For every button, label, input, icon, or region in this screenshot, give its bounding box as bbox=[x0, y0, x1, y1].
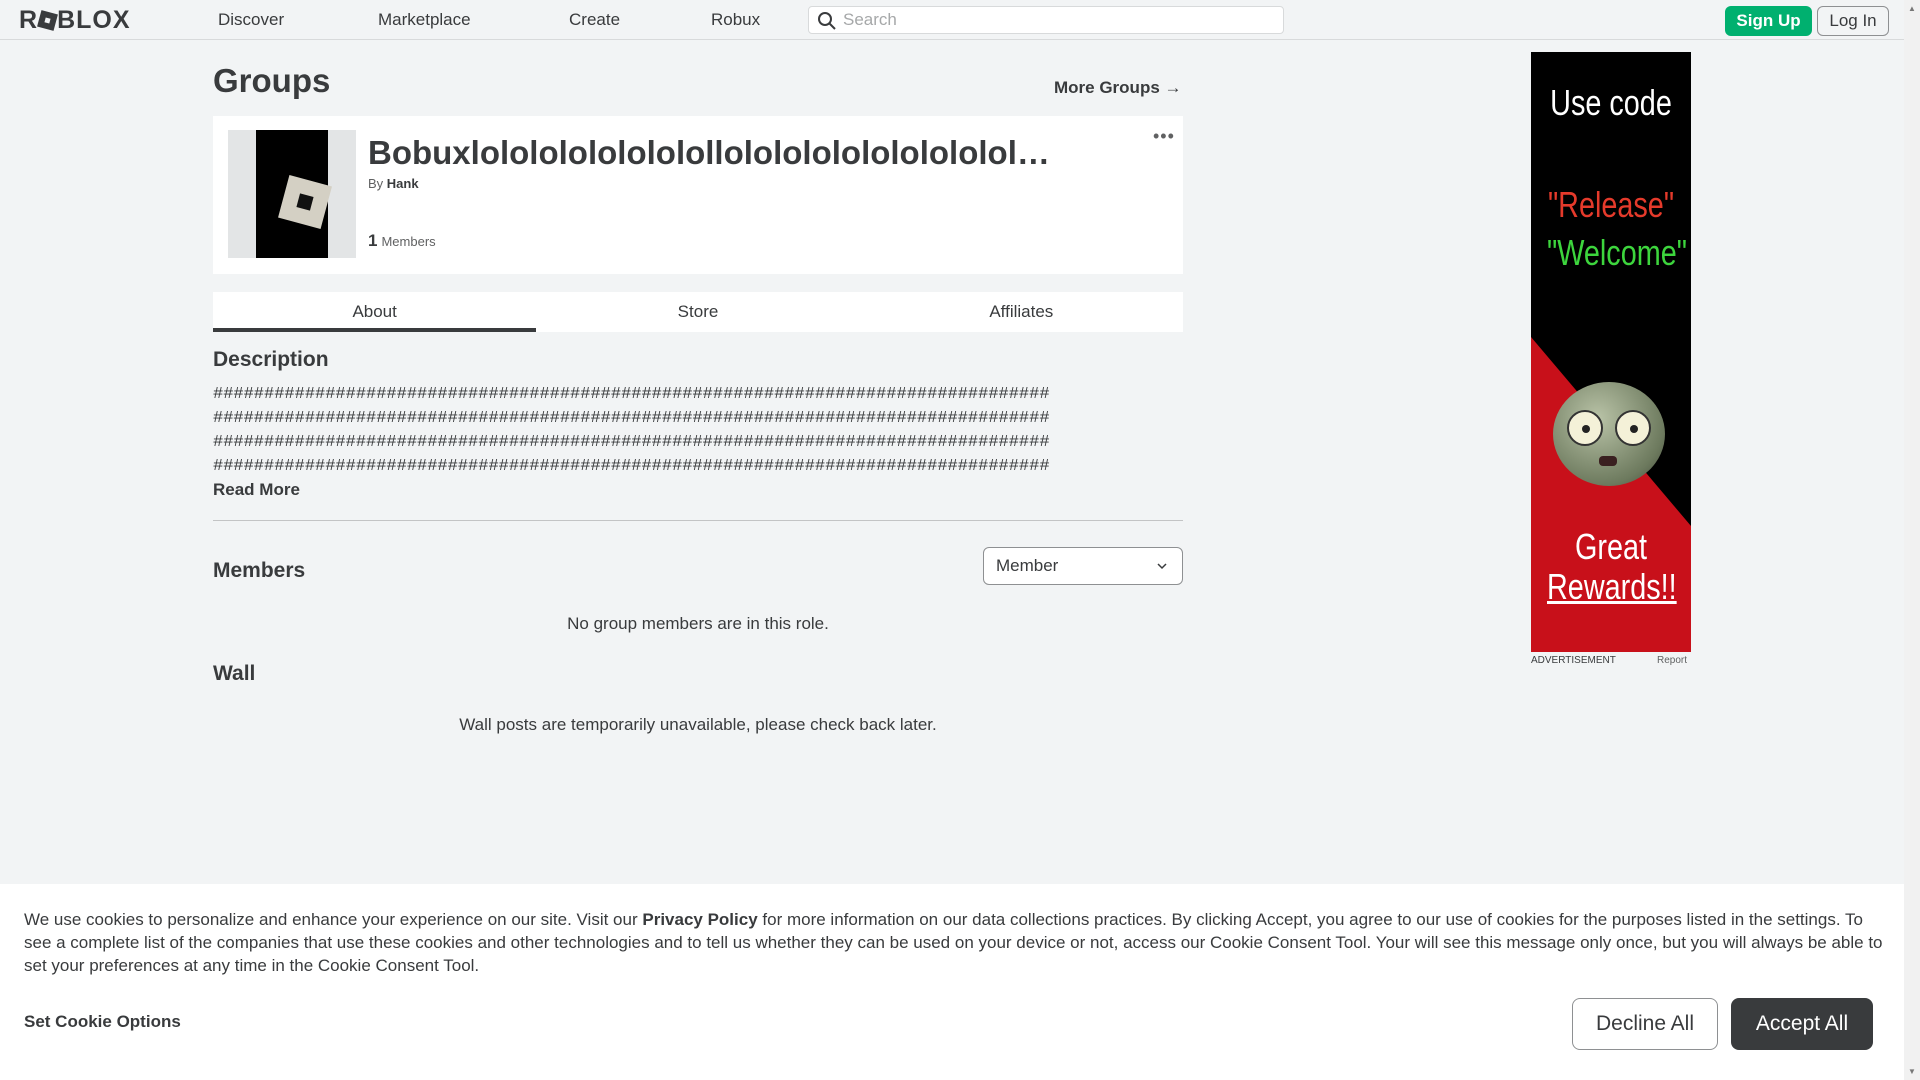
logo-o-icon bbox=[37, 9, 58, 31]
cookie-text-before: We use cookies to personalize and enhanc… bbox=[24, 910, 643, 929]
group-owner-link[interactable]: Hank bbox=[387, 176, 419, 191]
tab-affiliates[interactable]: Affiliates bbox=[860, 292, 1183, 332]
section-divider bbox=[213, 520, 1183, 521]
zombie-head-icon bbox=[1553, 382, 1665, 486]
description-line: ########################################… bbox=[213, 433, 1050, 452]
members-empty-message: No group members are in this role. bbox=[567, 614, 829, 633]
member-count-value: 1 bbox=[368, 231, 378, 250]
top-navigation-bar: R BLOX Discover Marketplace Create Robux … bbox=[0, 0, 1904, 40]
roblox-logo[interactable]: R BLOX bbox=[19, 6, 131, 34]
description-line: ########################################… bbox=[213, 409, 1050, 428]
search-input[interactable] bbox=[843, 10, 1273, 30]
scroll-up-icon[interactable]: ▲ bbox=[1908, 4, 1916, 13]
cookie-consent-banner: We use cookies to personalize and enhanc… bbox=[0, 884, 1904, 1080]
advertisement-banner[interactable]: Use code "Release" "Welcome" Great Rewar… bbox=[1531, 52, 1691, 652]
accept-all-button[interactable]: Accept All bbox=[1731, 998, 1873, 1050]
chevron-down-icon bbox=[1157, 563, 1167, 570]
group-member-count: 1 Members bbox=[368, 231, 436, 251]
zombie-eye bbox=[1615, 410, 1651, 446]
search-icon[interactable] bbox=[817, 11, 837, 31]
more-options-icon[interactable]: ••• bbox=[1153, 126, 1175, 147]
page-scrollbar[interactable]: ▲ ▼ bbox=[1904, 0, 1920, 1080]
nav-robux[interactable]: Robux bbox=[711, 10, 760, 30]
page-title: Groups bbox=[213, 62, 331, 99]
advertisement-label: ADVERTISEMENT bbox=[1531, 655, 1616, 666]
tab-store[interactable]: Store bbox=[536, 292, 859, 332]
cookie-message: We use cookies to personalize and enhanc… bbox=[24, 908, 1884, 977]
search-box bbox=[808, 6, 1284, 34]
privacy-policy-link[interactable]: Privacy Policy bbox=[642, 910, 757, 929]
more-groups-link[interactable]: More Groups → bbox=[1054, 78, 1182, 98]
wall-heading: Wall bbox=[213, 662, 256, 685]
ad-text-use-code: Use code bbox=[1550, 82, 1672, 123]
wall-unavailable-message: Wall posts are temporarily unavailable, … bbox=[459, 715, 937, 734]
group-owner-line: By Hank bbox=[368, 176, 419, 191]
ad-text-great: Great bbox=[1574, 526, 1648, 567]
member-count-label: Members bbox=[381, 234, 436, 249]
group-header-card: Bobuxlolololololololollololololololololo… bbox=[213, 116, 1183, 274]
signup-button[interactable]: Sign Up bbox=[1725, 6, 1812, 36]
ad-report-link[interactable]: Report bbox=[1657, 655, 1687, 666]
description-heading: Description bbox=[213, 348, 329, 371]
read-more-link[interactable]: Read More bbox=[213, 480, 300, 500]
ad-text-rewards: Great Rewards!! bbox=[1547, 526, 1677, 607]
zombie-eye bbox=[1567, 410, 1603, 446]
group-tabs: About Store Affiliates bbox=[213, 292, 1183, 332]
role-selected-value: Member bbox=[996, 556, 1059, 575]
group-emblem bbox=[228, 130, 356, 258]
role-dropdown[interactable]: Member bbox=[983, 547, 1183, 585]
set-cookie-options-link[interactable]: Set Cookie Options bbox=[24, 1012, 181, 1032]
ad-text-rewards-link: Rewards!! bbox=[1547, 566, 1677, 607]
group-description: ########################################… bbox=[213, 383, 1183, 479]
tab-about[interactable]: About bbox=[213, 292, 537, 332]
scroll-down-icon[interactable]: ▼ bbox=[1908, 1067, 1916, 1076]
description-line: ########################################… bbox=[213, 385, 1050, 404]
by-prefix: By bbox=[368, 176, 384, 191]
group-name: Bobuxlolololololololollololololololololo… bbox=[368, 134, 1050, 171]
nav-marketplace[interactable]: Marketplace bbox=[378, 10, 471, 30]
ad-text-welcome: "Welcome" bbox=[1547, 232, 1687, 273]
nav-create[interactable]: Create bbox=[569, 10, 620, 30]
nav-discover[interactable]: Discover bbox=[218, 10, 284, 30]
zombie-mouth bbox=[1599, 456, 1617, 466]
login-button[interactable]: Log In bbox=[1817, 6, 1889, 36]
members-heading: Members bbox=[213, 559, 306, 582]
ad-text-release: "Release" bbox=[1547, 184, 1675, 225]
description-line: ########################################… bbox=[213, 457, 1050, 476]
decline-all-button[interactable]: Decline All bbox=[1572, 998, 1718, 1050]
